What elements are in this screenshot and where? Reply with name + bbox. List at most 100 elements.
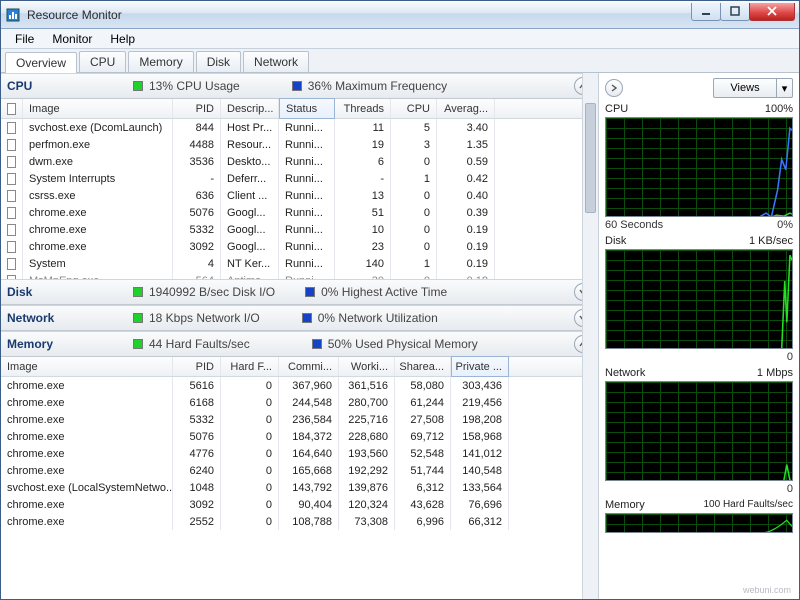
memory-section-header[interactable]: Memory 44 Hard Faults/sec 50% Used Physi… [1, 331, 598, 357]
network-io-swatch [133, 313, 143, 323]
graph-disk [605, 249, 793, 349]
right-collapse-button[interactable] [605, 79, 623, 97]
memory-faults-swatch [133, 339, 143, 349]
views-dropdown[interactable]: Views ▾ [713, 78, 793, 98]
table-row[interactable]: perfmon.exe4488Resour...Runni...1931.35 [1, 136, 598, 153]
graph-cpu-scale: 100% [765, 103, 793, 115]
table-row[interactable]: System4NT Ker...Runni...14010.19 [1, 255, 598, 272]
app-icon [5, 7, 21, 23]
graph-cpu-label: CPU [605, 103, 628, 115]
mem-col-pid[interactable]: PID [173, 357, 221, 376]
network-section-header[interactable]: Network 18 Kbps Network I/O 0% Network U… [1, 305, 598, 331]
graph-memory-label: Memory [605, 499, 645, 511]
mem-col-private[interactable]: Private ... [451, 356, 509, 377]
row-checkbox[interactable] [7, 173, 16, 185]
minimize-button[interactable] [691, 3, 721, 21]
menu-monitor[interactable]: Monitor [44, 30, 100, 48]
disk-section-title: Disk [7, 285, 127, 299]
cpu-col-desc[interactable]: Descrip... [221, 99, 279, 118]
cpu-column-headers[interactable]: Image PID Descrip... Status Threads CPU … [1, 99, 598, 119]
graph-disk-caption-r: 0 [787, 351, 793, 363]
menu-bar: File Monitor Help [1, 29, 799, 49]
table-row[interactable]: svchost.exe (DcomLaunch)844Host Pr...Run… [1, 119, 598, 136]
table-row[interactable]: csrss.exe636Client ...Runni...1300.40 [1, 187, 598, 204]
left-pane: CPU 13% CPU Usage 36% Maximum Frequency … [1, 73, 599, 599]
mem-col-working[interactable]: Worki... [339, 357, 395, 376]
tab-network[interactable]: Network [243, 51, 309, 72]
close-button[interactable] [749, 3, 795, 21]
cpu-col-threads[interactable]: Threads [335, 99, 391, 118]
memory-used-swatch [312, 339, 322, 349]
graph-network-caption-r: 0 [787, 483, 793, 495]
table-row[interactable]: chrome.exe50760184,372228,68069,712158,9… [1, 428, 598, 445]
tab-memory[interactable]: Memory [128, 51, 193, 72]
title-bar[interactable]: Resource Monitor [1, 1, 799, 29]
tab-strip: Overview CPU Memory Disk Network [1, 49, 799, 73]
table-row[interactable]: MsMpEng.exe564Antima...Runni...3000.18 [1, 272, 598, 279]
row-checkbox[interactable] [7, 156, 16, 168]
graph-cpu [605, 117, 793, 217]
mem-col-hard[interactable]: Hard F... [221, 357, 279, 376]
row-checkbox[interactable] [7, 207, 16, 219]
graph-network-scale: 1 Mbps [757, 367, 793, 379]
table-row[interactable]: chrome.exe5332Googl...Runni...1000.19 [1, 221, 598, 238]
cpu-col-checkbox[interactable] [1, 99, 23, 118]
disk-io-label: 1940992 B/sec Disk I/O [149, 285, 275, 299]
table-row[interactable]: chrome.exe5076Googl...Runni...5100.39 [1, 204, 598, 221]
menu-file[interactable]: File [7, 30, 42, 48]
app-window: Resource Monitor File Monitor Help Overv… [0, 0, 800, 600]
disk-io-swatch [133, 287, 143, 297]
memory-used-label: 50% Used Physical Memory [328, 337, 478, 351]
graph-memory-scale: 100 Hard Faults/sec [704, 499, 794, 511]
table-row[interactable]: chrome.exe3092Googl...Runni...2300.19 [1, 238, 598, 255]
disk-section-header[interactable]: Disk 1940992 B/sec Disk I/O 0% Highest A… [1, 279, 598, 305]
disk-active-label: 0% Highest Active Time [321, 285, 447, 299]
menu-help[interactable]: Help [102, 30, 143, 48]
table-row[interactable]: chrome.exe62400165,668192,29251,744140,5… [1, 462, 598, 479]
row-checkbox[interactable] [7, 224, 16, 236]
table-row[interactable]: chrome.exe61680244,548280,70061,244219,4… [1, 394, 598, 411]
mem-col-commit[interactable]: Commi... [279, 357, 339, 376]
network-section-title: Network [7, 311, 127, 325]
window-title: Resource Monitor [27, 8, 122, 22]
cpu-col-pid[interactable]: PID [173, 99, 221, 118]
table-row[interactable]: System Interrupts-Deferr...Runni...-10.4… [1, 170, 598, 187]
cpu-col-cpu[interactable]: CPU [391, 99, 437, 118]
graph-network-label: Network [605, 367, 645, 379]
graph-cpu-caption-l: 60 Seconds [605, 219, 663, 231]
watermark: webuni.com [743, 585, 791, 595]
table-row[interactable]: chrome.exe53320236,584225,71627,508198,2… [1, 411, 598, 428]
tab-cpu[interactable]: CPU [79, 51, 126, 72]
right-pane: Views ▾ CPU100% 60 Seconds0% Disk1 KB/se… [599, 73, 799, 599]
cpu-freq-swatch [292, 81, 302, 91]
row-checkbox[interactable] [7, 258, 16, 270]
cpu-col-status[interactable]: Status [279, 98, 335, 119]
table-row[interactable]: chrome.exe47760164,640193,56052,548141,0… [1, 445, 598, 462]
cpu-col-image[interactable]: Image [23, 99, 173, 118]
left-scrollbar[interactable] [582, 73, 598, 599]
table-row[interactable]: chrome.exe56160367,960361,51658,080303,4… [1, 377, 598, 394]
cpu-rows[interactable]: svchost.exe (DcomLaunch)844Host Pr...Run… [1, 119, 598, 279]
cpu-col-avg[interactable]: Averag... [437, 99, 495, 118]
mem-col-share[interactable]: Sharea... [395, 357, 451, 376]
table-row[interactable]: svchost.exe (LocalSystemNetwo...10480143… [1, 479, 598, 496]
network-io-label: 18 Kbps Network I/O [149, 311, 260, 325]
memory-rows[interactable]: chrome.exe56160367,960361,51658,080303,4… [1, 377, 598, 599]
table-row[interactable]: chrome.exe3092090,404120,32443,62876,696 [1, 496, 598, 513]
tab-disk[interactable]: Disk [196, 51, 241, 72]
row-checkbox[interactable] [7, 190, 16, 202]
cpu-usage-label: 13% CPU Usage [149, 79, 240, 93]
row-checkbox[interactable] [7, 139, 16, 151]
graph-disk-scale: 1 KB/sec [749, 235, 793, 247]
row-checkbox[interactable] [7, 122, 16, 134]
graph-network [605, 381, 793, 481]
tab-overview[interactable]: Overview [5, 52, 77, 73]
table-row[interactable]: dwm.exe3536Deskto...Runni...600.59 [1, 153, 598, 170]
maximize-button[interactable] [720, 3, 750, 21]
row-checkbox[interactable] [7, 241, 16, 253]
memory-column-headers[interactable]: Image PID Hard F... Commi... Worki... Sh… [1, 357, 598, 377]
mem-col-image[interactable]: Image [1, 357, 173, 376]
views-label: Views [714, 82, 776, 94]
cpu-section-header[interactable]: CPU 13% CPU Usage 36% Maximum Frequency [1, 73, 598, 99]
table-row[interactable]: chrome.exe25520108,78873,3086,99666,312 [1, 513, 598, 530]
